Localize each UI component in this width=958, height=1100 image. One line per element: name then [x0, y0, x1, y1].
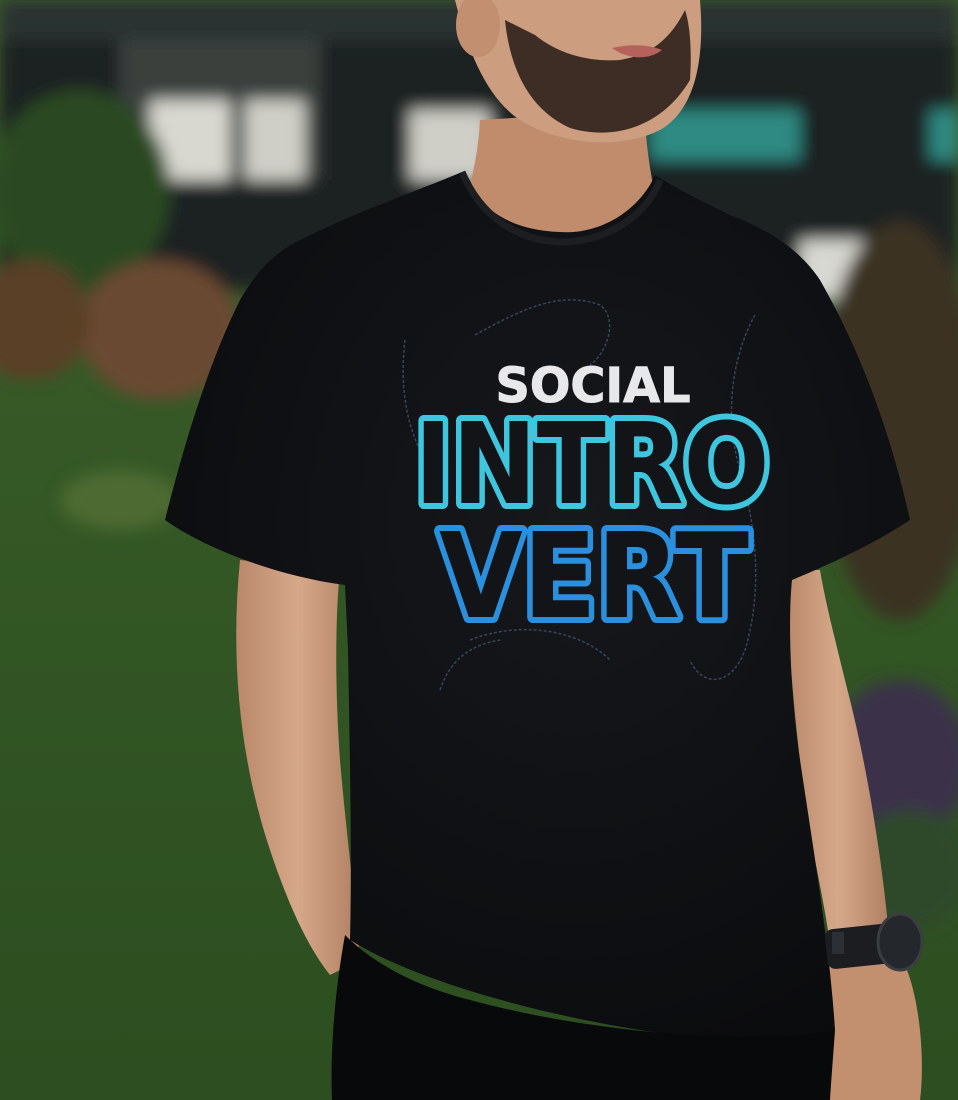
right-hand	[823, 960, 922, 1100]
photo-canvas: SOCIAL INTRO VERT	[0, 0, 958, 1100]
print-vert-text: VERT	[439, 507, 749, 645]
shirt-print: SOCIAL INTRO VERT	[409, 358, 776, 652]
photo: SOCIAL INTRO VERT	[0, 0, 958, 1100]
